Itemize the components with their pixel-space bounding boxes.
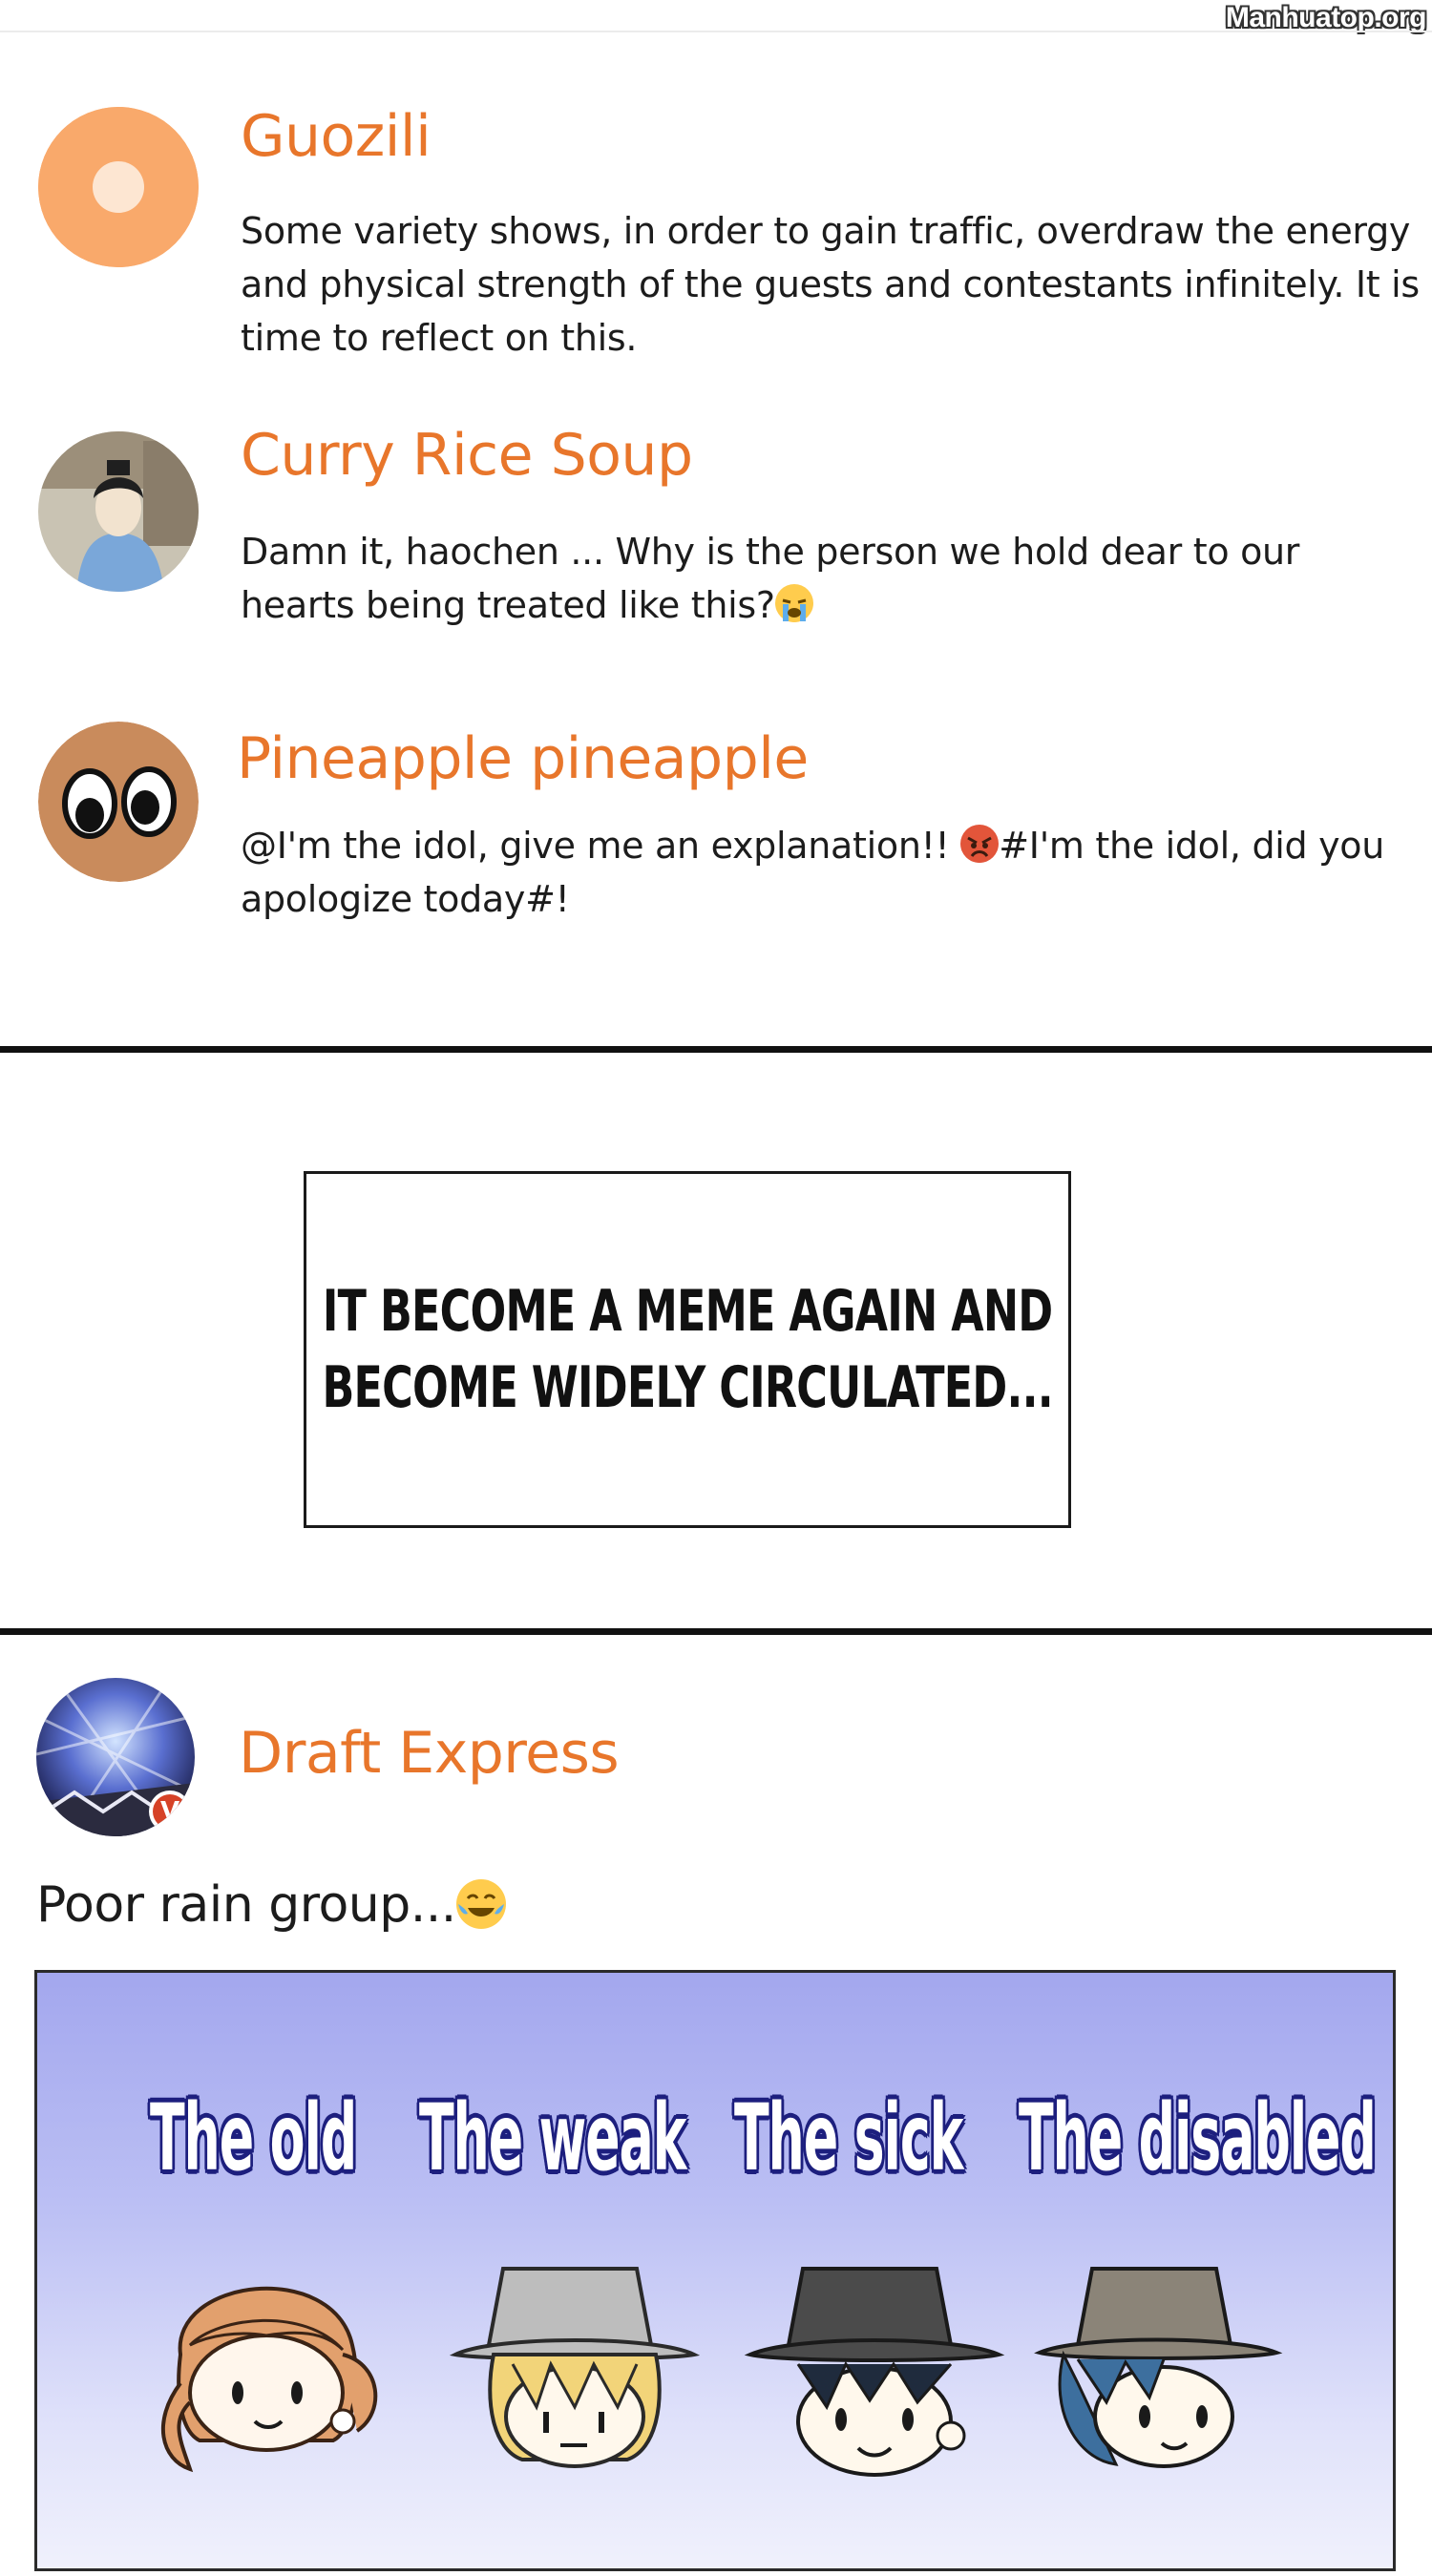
- panel-label: The weak: [419, 2084, 686, 2191]
- meme-panel: The old The weak The sick The disabled: [34, 1970, 1396, 2571]
- panel-divider: [0, 1628, 1432, 1635]
- crying-face-icon: [774, 584, 813, 622]
- avatar-ring-icon: [38, 107, 199, 267]
- comment-text: @I'm the idol, give me an explanation!! …: [241, 819, 1424, 926]
- panel-divider: [0, 1046, 1432, 1053]
- caption-box: IT BECOME A MEME AGAIN AND BECOME WIDELY…: [304, 1171, 1071, 1528]
- comment-username[interactable]: Pineapple pineapple: [237, 725, 809, 792]
- post-text-content: Poor rain group...: [36, 1876, 456, 1934]
- comment-text-part: @I'm the idol, give me an explanation!!: [241, 825, 961, 867]
- comment-username[interactable]: Curry Rice Soup: [241, 422, 693, 489]
- chibi-dark-bucket-hat: [744, 2267, 1005, 2477]
- googly-eyes-icon: [38, 722, 199, 882]
- avatar-portrait-icon: [38, 431, 199, 592]
- avatar[interactable]: [38, 107, 199, 267]
- panel-label: The sick: [734, 2084, 963, 2191]
- post-text: Poor rain group...: [36, 1876, 506, 1934]
- panel-label: The old: [150, 2084, 357, 2191]
- watermark: Manhuatop.org: [1225, 2, 1427, 33]
- angry-face-icon: [960, 825, 1000, 863]
- post-username[interactable]: Draft Express: [239, 1720, 620, 1787]
- comment-text-content: Damn it, haochen ... Why is the person w…: [241, 531, 1300, 626]
- comment-text: Some variety shows, in order to gain tra…: [241, 210, 1420, 359]
- top-rule: [0, 31, 1432, 32]
- tears-of-joy-icon: [455, 1879, 506, 1929]
- avatar[interactable]: [38, 722, 199, 882]
- chibi-braided-hair: [160, 2286, 378, 2473]
- avatar[interactable]: [38, 431, 199, 592]
- caption-text: IT BECOME A MEME AGAIN AND BECOME WIDELY…: [322, 1273, 1053, 1426]
- comment-text: Damn it, haochen ... Why is the person w…: [241, 525, 1424, 632]
- verified-badge: V: [159, 1797, 180, 1826]
- chibi-blue-hair-bucket-hat: [1034, 2267, 1283, 2468]
- avatar[interactable]: V: [36, 1678, 195, 1836]
- caption-line: IT BECOME A MEME AGAIN AND: [322, 1278, 1053, 1345]
- caption-line: BECOME WIDELY CIRCULATED...: [322, 1354, 1053, 1421]
- comment-username[interactable]: Guozili: [241, 103, 432, 170]
- panel-label: The disabled: [1019, 2084, 1377, 2191]
- chibi-blonde-bucket-hat: [449, 2267, 701, 2468]
